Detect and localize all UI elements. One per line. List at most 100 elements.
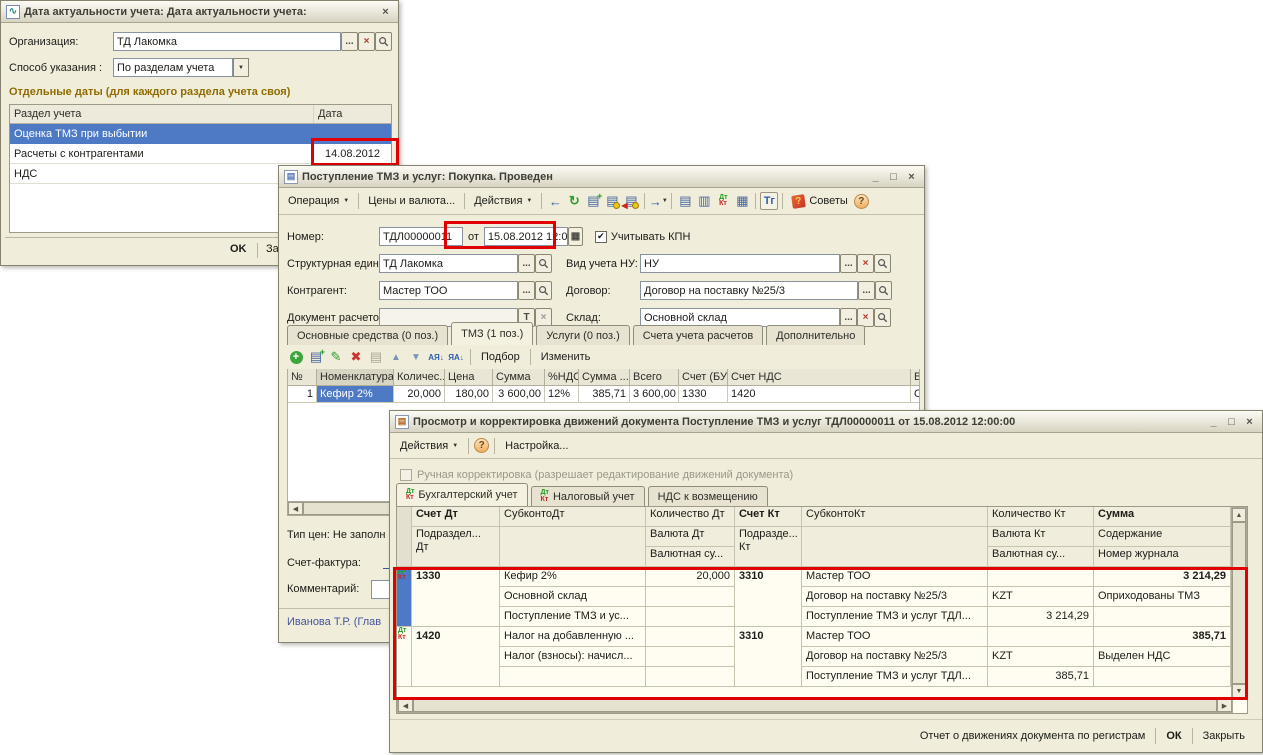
contract-input[interactable]: Договор на поставку №25/3 [640, 281, 858, 300]
checklist-icon[interactable]: ▥ [695, 192, 713, 210]
scroll-down-icon[interactable]: ▼ [1232, 684, 1246, 698]
ok-button[interactable]: ОК [1159, 727, 1188, 745]
movement-entry-row[interactable]: Поступление ТМЗ и ус... Поступление ТМЗ … [397, 607, 1231, 627]
actions-menu[interactable]: Действия▼ [395, 438, 463, 454]
close-icon[interactable]: × [378, 6, 393, 18]
maximize-icon[interactable]: □ [1224, 416, 1239, 428]
move-up-icon[interactable]: ▲ [387, 348, 405, 366]
contractor-input[interactable]: Мастер ТОО [379, 281, 518, 300]
choose-button[interactable]: ... [840, 254, 857, 273]
sort-asc-icon[interactable]: АЯ↓ [427, 348, 445, 366]
clear-icon[interactable]: × [358, 32, 375, 51]
movement-entry-row[interactable]: ДтКт 1330 Кефир 2% 20,000 3310 Мастер ТО… [397, 567, 1231, 587]
unpost-document-icon[interactable]: ▤◀ [622, 192, 640, 210]
change-button[interactable]: Изменить [536, 349, 596, 365]
scroll-left-icon[interactable]: ◀ [398, 699, 413, 712]
clear-icon[interactable]: × [857, 254, 874, 273]
choose-button[interactable]: ... [858, 281, 875, 300]
horizontal-scrollbar[interactable]: ◀ ▶ [397, 698, 1233, 713]
copy-icon[interactable]: ▤+ [584, 192, 602, 210]
tab-settlement-accounts[interactable]: Счета учета расчетов [633, 325, 763, 345]
vertical-scrollbar[interactable]: ▲ ▼ [1231, 507, 1247, 699]
delete-row-icon[interactable]: ✖ [347, 348, 365, 366]
number-input[interactable]: ТДЛ00000011 [379, 227, 463, 246]
help-icon[interactable]: ? [854, 194, 869, 209]
totals-toggle-button[interactable]: Тг [760, 192, 778, 210]
refresh-icon[interactable]: ↻ [565, 192, 583, 210]
reread-icon[interactable]: ← [546, 192, 564, 210]
unit-label: Структурная единица: [287, 258, 379, 270]
unit-input[interactable]: ТД Лакомка [379, 254, 518, 273]
move-down-icon[interactable]: ▼ [407, 348, 425, 366]
open-icon[interactable] [535, 281, 552, 300]
report-movements-button[interactable]: Отчет о движениях документа по регистрам [913, 727, 1153, 745]
window-titlebar[interactable]: ▤ Просмотр и корректировка движений доку… [390, 411, 1262, 433]
edit-row-icon[interactable]: ✎ [327, 348, 345, 366]
item-row[interactable]: 1 Кефир 2% 20,000 180,00 3 600,00 12% 38… [288, 386, 920, 403]
choose-button[interactable]: ... [518, 281, 535, 300]
open-icon[interactable] [375, 32, 392, 51]
minimize-icon[interactable]: _ [868, 171, 883, 183]
maximize-icon[interactable]: □ [886, 171, 901, 183]
number-label: Номер: [287, 231, 379, 243]
tab-accounting[interactable]: ДтКт Бухгалтерский учет [396, 483, 528, 506]
table-row[interactable]: Расчеты с контрагентами 14.08.2012 [10, 144, 391, 164]
movement-entry-row[interactable]: Поступление ТМЗ и услуг ТДЛ... 385,71 [397, 667, 1231, 687]
scroll-up-icon[interactable]: ▲ [1232, 508, 1246, 522]
method-select[interactable]: По разделам учета [113, 58, 233, 77]
movement-entry-row[interactable]: ДтКт 1420 Налог на добавленную ... 3310 … [397, 627, 1231, 647]
kpn-checkbox[interactable]: ✔ [595, 231, 607, 243]
copy-row-icon[interactable]: ▤+ [307, 348, 325, 366]
ok-button[interactable]: OK [223, 240, 254, 258]
minimize-icon[interactable]: _ [1206, 416, 1221, 428]
actions-menu[interactable]: Действия▼ [469, 193, 537, 209]
post-document-icon[interactable]: ▤ [603, 192, 621, 210]
tab-tax-accounting[interactable]: ДтКт Налоговый учет [531, 486, 645, 506]
settings-button[interactable]: Настройка... [500, 438, 573, 454]
help-icon[interactable]: ? [474, 438, 489, 453]
organization-input[interactable]: ТД Лакомка [113, 32, 341, 51]
scroll-right-icon[interactable]: ▶ [1217, 699, 1232, 712]
goto-icon[interactable]: →▼ [649, 192, 667, 210]
dtkt-n-icon: ДтКт [541, 490, 549, 503]
tips-button[interactable]: ?Советы [787, 193, 852, 210]
operation-menu[interactable]: Операция▼ [283, 193, 354, 209]
comment-label: Комментарий: [287, 583, 359, 595]
date-input[interactable]: 15.08.2012 12:00:00 [484, 227, 568, 246]
tab-vat-refund[interactable]: НДС к возмещению [648, 486, 768, 506]
tab-fixed-assets[interactable]: Основные средства (0 поз.) [287, 325, 448, 345]
calendar-icon[interactable]: ▦ [568, 227, 583, 246]
choose-button[interactable]: ... [341, 32, 358, 51]
close-icon[interactable]: × [1242, 416, 1257, 428]
list-settings-icon[interactable]: ▤ [676, 192, 694, 210]
journal-icon[interactable]: ▦ [733, 192, 751, 210]
divider [530, 349, 531, 365]
open-icon[interactable] [875, 281, 892, 300]
tips-icon: ? [792, 194, 807, 209]
close-icon[interactable]: × [904, 171, 919, 183]
entry-selector-cell[interactable]: ДтКт [397, 567, 412, 627]
pick-button[interactable]: Подбор [476, 349, 525, 365]
entry-selector-cell[interactable]: ДтКт [397, 627, 412, 687]
window-titlebar[interactable]: ∿ Дата актуальности учета: Дата актуальн… [1, 1, 398, 23]
add-row-icon[interactable]: + [287, 348, 305, 366]
close-button[interactable]: Закрыть [1196, 727, 1252, 745]
dtkt-postings-icon[interactable]: ДтКт [714, 192, 732, 210]
open-icon[interactable] [535, 254, 552, 273]
movement-entry-row[interactable]: Налог (взносы): начисл... Договор на пос… [397, 647, 1231, 667]
scroll-left-icon[interactable]: ◀ [288, 502, 303, 515]
open-icon[interactable] [874, 254, 891, 273]
tab-additional[interactable]: Дополнительно [766, 325, 865, 345]
nu-kind-input[interactable]: НУ [640, 254, 840, 273]
window-titlebar[interactable]: ▤ Поступление ТМЗ и услуг: Покупка. Пров… [279, 166, 924, 188]
end-edit-icon: ▤ [367, 348, 385, 366]
choose-button[interactable]: ... [518, 254, 535, 273]
prices-currency-button[interactable]: Цены и валюта... [363, 193, 460, 209]
sort-desc-icon[interactable]: ЯА↓ [447, 348, 465, 366]
tab-services[interactable]: Услуги (0 поз.) [536, 325, 629, 345]
open-icon[interactable] [874, 308, 891, 327]
movement-entry-row[interactable]: Основной склад Договор на поставку №25/3… [397, 587, 1231, 607]
table-row[interactable]: Оценка ТМЗ при выбытии [10, 124, 391, 144]
tab-tmz[interactable]: ТМЗ (1 поз.) [451, 322, 533, 345]
chevron-down-icon[interactable]: ▼ [233, 58, 249, 77]
